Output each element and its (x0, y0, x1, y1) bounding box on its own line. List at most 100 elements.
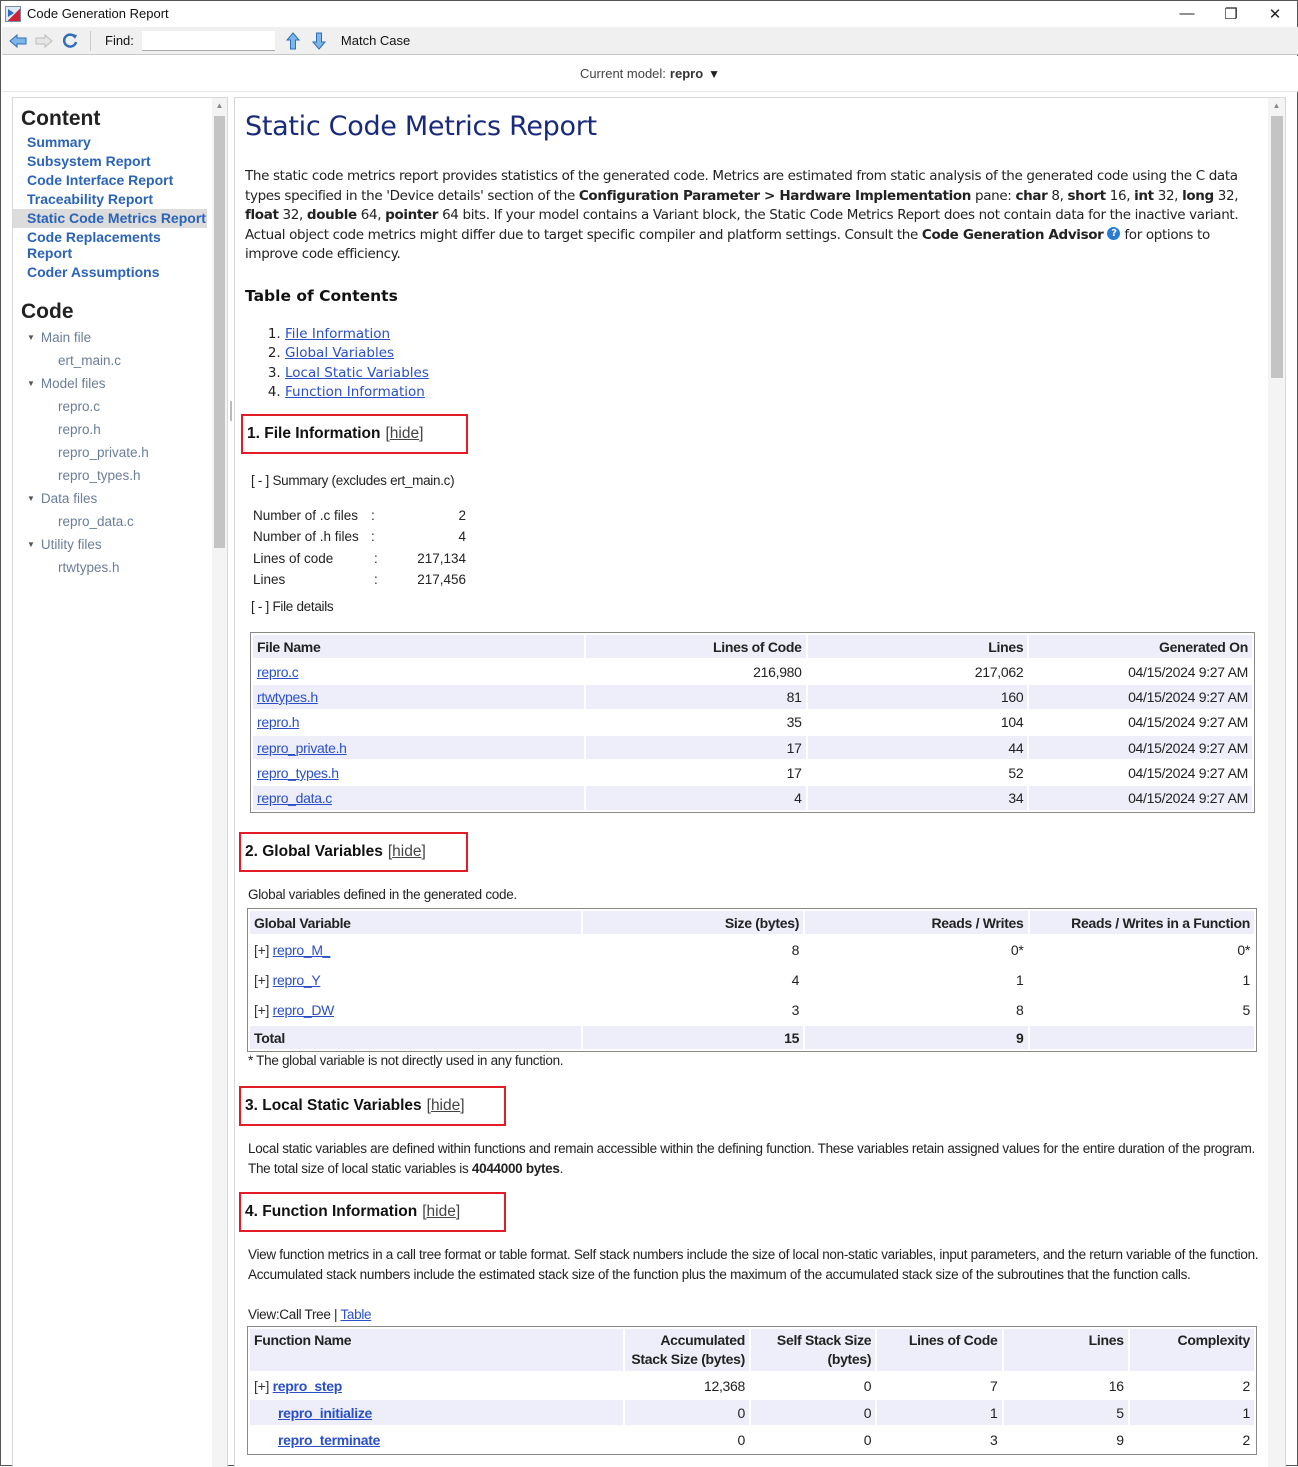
find-input[interactable] (141, 30, 275, 51)
expand-triangle-icon[interactable]: ▼ (27, 494, 35, 503)
tree-file-link[interactable]: repro_data.c (13, 510, 227, 533)
tree-file-link[interactable]: rtwtypes.h (13, 556, 227, 579)
variable-link[interactable]: repro_M_ (273, 942, 331, 958)
sidebar-item-code-interface-report[interactable]: Code Interface Report (13, 171, 207, 190)
generated-cell: 04/15/2024 9:27 AM (1029, 786, 1252, 810)
global-vars-description: Global variables defined in the generate… (248, 887, 517, 902)
sidebar-item-summary[interactable]: Summary (13, 133, 207, 152)
main-scroll-thumb[interactable] (1271, 116, 1283, 378)
file-link[interactable]: repro.h (257, 714, 300, 730)
main-scrollbar[interactable]: ▲ (1268, 98, 1285, 1467)
hide-toggle[interactable]: [hide] (388, 843, 426, 861)
file-link[interactable]: repro_private.h (257, 740, 347, 756)
summary-separator: : (371, 529, 375, 545)
back-button[interactable] (8, 31, 28, 51)
table-row: repro_data.c 4 34 04/15/2024 9:27 AM (253, 786, 1252, 810)
toc-link[interactable]: Global Variables (285, 345, 394, 361)
tree-file-link[interactable]: repro_types.h (13, 464, 227, 487)
panel-splitter[interactable] (230, 401, 232, 421)
tree-file-link[interactable]: repro_private.h (13, 441, 227, 464)
file-link[interactable]: repro.c (257, 664, 299, 680)
view-switcher: View:Call Tree | Table (248, 1307, 372, 1322)
file-name-cell: rtwtypes.h (253, 685, 584, 709)
lines-cell: 104 (1000, 714, 1024, 731)
tree-file-link[interactable]: ert_main.c (13, 349, 227, 372)
expand-toggle[interactable]: [+] (254, 1002, 269, 1018)
find-previous-button[interactable] (283, 31, 303, 51)
column-header: Lines (1003, 1329, 1128, 1371)
variable-name-cell: [+] repro_Y (250, 966, 581, 994)
total-label: Total (250, 1026, 581, 1050)
file-details-toggle[interactable]: [ - ] File details (251, 599, 334, 614)
hide-toggle[interactable]: [hide] (427, 1097, 465, 1115)
tree-group-data-files[interactable]: ▼ Data files (13, 487, 227, 510)
minimize-button[interactable]: — (1165, 1, 1209, 26)
sidebar-item-code-replacements-report[interactable]: Code Replacements Report (13, 228, 207, 263)
toc-link[interactable]: File Information (285, 326, 390, 342)
hide-link[interactable]: hide (390, 425, 419, 442)
c-type-bits: 16, (1105, 187, 1135, 204)
hide-link[interactable]: hide (427, 1203, 456, 1220)
column-header: Lines of Code (877, 1329, 1002, 1371)
match-case-toggle[interactable]: Match Case (341, 33, 410, 48)
sidebar-item-subsystem-report[interactable]: Subsystem Report (13, 152, 207, 171)
expand-toggle[interactable]: [+] (254, 942, 269, 958)
column-header-line: Complexity (1177, 1332, 1251, 1348)
self_stack-cell: 0 (863, 1431, 872, 1448)
file-name-cell: repro_data.c (253, 786, 584, 810)
view-label: View: (248, 1307, 280, 1322)
toc-link[interactable]: Local Static Variables (285, 365, 429, 381)
toc-link[interactable]: Function Information (285, 384, 425, 400)
table-row: [+] repro_DW 3 8 5 (250, 996, 1254, 1024)
c-type-bits: 32, (278, 207, 307, 224)
column-header: Global Variable (250, 911, 581, 934)
function-link[interactable]: repro_initialize (278, 1405, 372, 1421)
column-header-line: Accumulated (660, 1332, 745, 1348)
file-link[interactable]: rtwtypes.h (257, 689, 318, 705)
tree-file-link[interactable]: repro.h (13, 418, 227, 441)
expand-triangle-icon[interactable]: ▼ (27, 333, 35, 342)
hide-link[interactable]: hide (431, 1097, 460, 1114)
find-next-button[interactable] (309, 31, 329, 51)
generated-cell: 04/15/2024 9:27 AM (1128, 714, 1248, 731)
hide-toggle[interactable]: [hide] (422, 1203, 460, 1221)
tree-file-link[interactable]: repro.c (13, 395, 227, 418)
variable-link[interactable]: repro_Y (273, 972, 321, 988)
sidebar-item-traceability-report[interactable]: Traceability Report (13, 190, 207, 209)
file-link[interactable]: repro_types.h (257, 765, 339, 781)
refresh-button[interactable] (60, 31, 80, 51)
view-table-link[interactable]: Table (340, 1307, 371, 1322)
table-row: [+] repro_step 12,368 0 7 16 2 (250, 1373, 1254, 1398)
sidebar-item-coder-assumptions[interactable]: Coder Assumptions (13, 263, 207, 282)
file-name-cell: repro.c (253, 660, 584, 683)
sidebar-scroll-thumb[interactable] (214, 116, 225, 548)
section-global-variables-heading: 2. Global Variables [hide] (239, 832, 468, 872)
hide-link[interactable]: hide (392, 843, 421, 860)
expand-triangle-icon[interactable]: ▼ (27, 540, 35, 549)
function-link[interactable]: repro_terminate (278, 1432, 380, 1448)
variable-link[interactable]: repro_DW (273, 1002, 335, 1018)
expand-toggle[interactable]: [+] (254, 972, 269, 988)
tree-group-model-files[interactable]: ▼ Model files (13, 372, 227, 395)
sidebar-scrollbar[interactable]: ▲ (212, 98, 227, 1467)
model-dropdown-icon[interactable]: ▼ (708, 67, 720, 81)
tree-group-utility-files[interactable]: ▼ Utility files (13, 533, 227, 556)
total-rw: 9 (805, 1026, 1028, 1050)
tree-group-main-file[interactable]: ▼ Main file (13, 326, 227, 349)
file-link[interactable]: repro_data.c (257, 790, 332, 806)
table-row: [+] repro_Y 4 1 1 (250, 966, 1254, 994)
scroll-up-icon[interactable]: ▲ (212, 98, 227, 114)
summary-toggle[interactable]: [ - ] Summary (excludes ert_main.c) (251, 473, 455, 488)
expand-triangle-icon[interactable]: ▼ (27, 379, 35, 388)
forward-button[interactable] (34, 31, 54, 51)
column-header: Complexity (1129, 1329, 1254, 1371)
expand-toggle[interactable]: [+] (254, 1378, 269, 1394)
toc-list: File Information Global Variables Local St… (245, 325, 1260, 402)
help-icon[interactable]: ? (1107, 226, 1121, 240)
restore-button[interactable]: ❐ (1209, 1, 1253, 26)
close-button[interactable]: ✕ (1253, 1, 1297, 26)
hide-toggle[interactable]: [hide] (385, 425, 423, 443)
function-link[interactable]: repro_step (273, 1378, 343, 1394)
scroll-up-icon[interactable]: ▲ (1268, 98, 1285, 114)
sidebar-item-static-code-metrics-report[interactable]: Static Code Metrics Report (13, 209, 207, 228)
